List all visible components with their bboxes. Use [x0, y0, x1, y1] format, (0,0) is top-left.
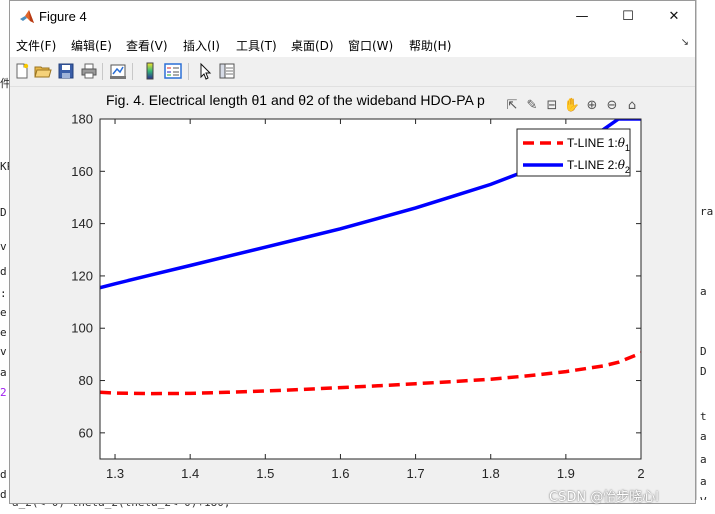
background-code-fragment: e: [0, 306, 7, 319]
x-tick-label: 1.9: [557, 466, 575, 481]
y-tick-label: 120: [71, 268, 93, 283]
home-icon[interactable]: ⌂: [623, 96, 641, 114]
background-code-fragment: 2: [0, 386, 7, 399]
background-code-fragment: D: [700, 345, 707, 358]
y-tick-label: 140: [71, 216, 93, 231]
maximize-icon: ☐: [622, 9, 634, 24]
background-code-fragment: v: [0, 240, 7, 253]
zoom-out-icon[interactable]: ⊖: [603, 96, 621, 114]
x-tick-label: 2: [637, 466, 644, 481]
background-code-fragment: :: [0, 287, 7, 300]
x-tick-label: 1.6: [331, 466, 349, 481]
background-code-fragment: a: [700, 285, 707, 298]
background-code-fragment: a: [700, 475, 707, 488]
menu-view[interactable]: 查看(V): [126, 37, 168, 54]
background-code-fragment: a: [0, 366, 7, 379]
window-title: Figure 4: [39, 9, 87, 24]
menu-edit[interactable]: 编辑(E): [71, 37, 112, 54]
toolbar-separator: [188, 63, 189, 80]
pan-icon[interactable]: ✋: [563, 96, 581, 114]
close-button[interactable]: ✕: [651, 1, 697, 32]
title-bar: Figure 4 — ☐ ✕: [10, 1, 695, 32]
background-code-fragment: t: [700, 410, 707, 423]
maximize-button[interactable]: ☐: [605, 1, 651, 32]
background-code-fragment: d: [0, 265, 7, 278]
y-tick-label: 160: [71, 164, 93, 179]
menu-help[interactable]: 帮助(H): [409, 37, 451, 54]
insert-colorbar-icon[interactable]: [141, 62, 159, 80]
x-tick-label: 1.5: [256, 466, 274, 481]
new-figure-icon[interactable]: [13, 62, 31, 80]
x-tick-label: 1.4: [181, 466, 199, 481]
insert-legend-icon[interactable]: [164, 62, 182, 80]
csdn-watermark: CSDN @怡步晓心l: [549, 490, 659, 505]
y-tick-label: 180: [71, 112, 93, 127]
menu-tools[interactable]: 工具(T): [236, 37, 277, 54]
y-tick-label: 100: [71, 321, 93, 336]
x-tick-label: 1.8: [482, 466, 500, 481]
toolbar-separator: [132, 63, 133, 80]
minimize-button[interactable]: —: [559, 1, 605, 32]
x-tick-label: 1.3: [106, 466, 124, 481]
y-tick-label: 60: [79, 425, 93, 440]
menu-bar: 文件(F) 编辑(E) 查看(V) 插入(I) 工具(T) 桌面(D) 窗口(W…: [10, 32, 695, 57]
open-file-icon[interactable]: [34, 62, 52, 80]
close-icon: ✕: [668, 9, 680, 24]
link-plot-icon[interactable]: [109, 62, 127, 80]
property-inspector-icon[interactable]: [218, 62, 236, 80]
background-code-fragment: D: [0, 206, 7, 219]
toolbar-separator: [102, 63, 103, 80]
figure-canvas: 1.3 1.4 1.5 1.6 1.7 1.8 1.9 2 60 80 100 120 140 160 18…: [10, 87, 695, 503]
matlab-logo-icon: [20, 10, 34, 23]
brush-icon[interactable]: ✎: [523, 96, 541, 114]
chart-title: Fig. 4. Electrical length θ1 and θ2 of t…: [106, 92, 485, 108]
background-code-fragment: v: [0, 345, 7, 358]
minimize-icon: —: [575, 9, 589, 24]
menu-file[interactable]: 文件(F): [16, 37, 56, 54]
figure-toolbar: [10, 57, 695, 87]
background-editor-right: raaDDtaaaV: [696, 0, 715, 514]
x-tick-label: 1.7: [407, 466, 425, 481]
zoom-in-icon[interactable]: ⊕: [583, 96, 601, 114]
menu-insert[interactable]: 插入(I): [183, 37, 220, 54]
print-icon[interactable]: [80, 62, 98, 80]
edit-plot-icon[interactable]: [196, 62, 214, 80]
menu-window[interactable]: 窗口(W): [348, 37, 393, 54]
plot-area[interactable]: 1.3 1.4 1.5 1.6 1.7 1.8 1.9 2 60 80 100 120 140 160 18…: [10, 87, 695, 503]
menu-desktop[interactable]: 桌面(D): [291, 37, 334, 54]
background-code-fragment: ra: [700, 205, 714, 218]
background-code-fragment: a: [700, 453, 707, 466]
export-icon[interactable]: ⇱: [503, 96, 521, 114]
save-icon[interactable]: [57, 62, 75, 80]
dock-arrow-icon[interactable]: ↘: [681, 37, 689, 48]
figure-window: Figure 4 — ☐ ✕ 文件(F) 编辑(E) 查看(V) 插入(I) 工…: [9, 0, 696, 504]
background-code-fragment: d: [0, 468, 7, 481]
axes-toolbar: ⇱ ✎ ⊟ ✋ ⊕ ⊖ ⌂: [503, 96, 641, 116]
background-code-fragment: a: [700, 430, 707, 443]
background-code-fragment: e: [0, 326, 7, 339]
y-tick-label: 80: [79, 373, 93, 388]
datatip-icon[interactable]: ⊟: [543, 96, 561, 114]
background-code-fragment: D: [700, 365, 707, 378]
